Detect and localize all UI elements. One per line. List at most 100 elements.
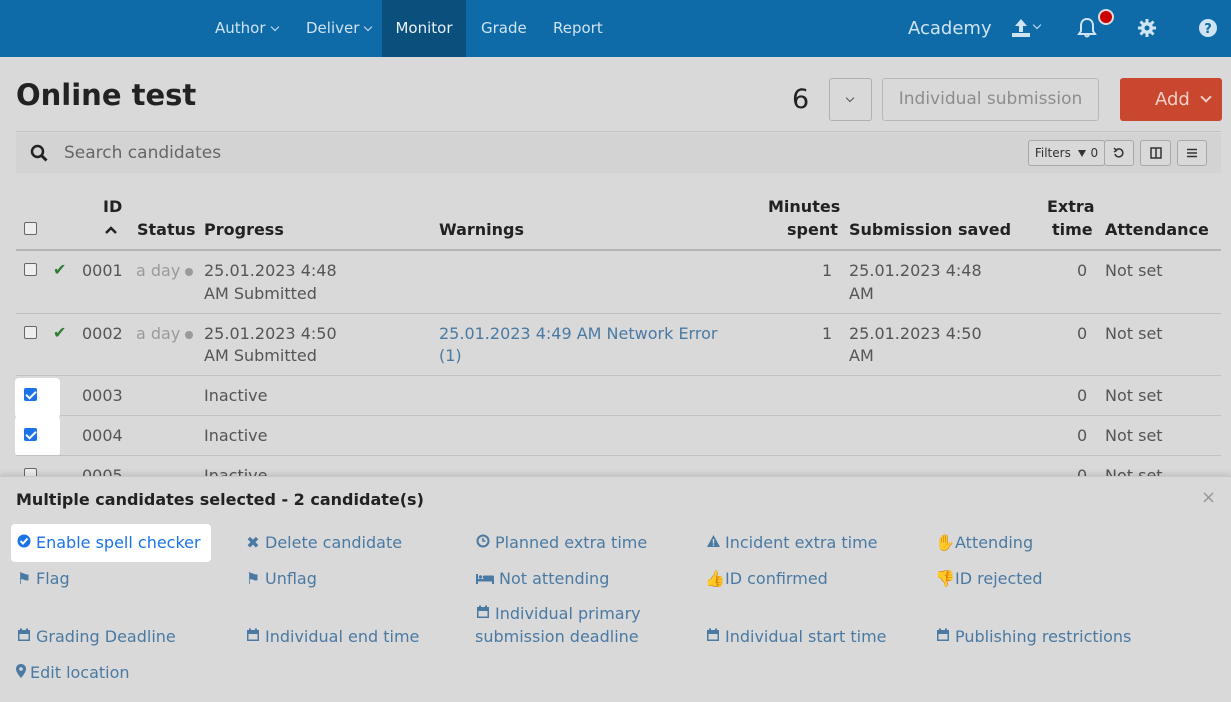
candidate-id: 0003 (82, 386, 123, 405)
sort-ascending-icon[interactable] (104, 225, 118, 235)
nav-deliver-label: Deliver (306, 19, 360, 37)
row-checkbox[interactable] (24, 388, 37, 401)
search-input[interactable] (64, 139, 664, 167)
upload-icon[interactable] (1010, 17, 1032, 39)
row-checkbox[interactable] (24, 428, 37, 441)
incident-extra-time-action[interactable]: Incident extra time (705, 531, 878, 554)
check-circle-icon (16, 531, 32, 554)
id-rejected-action[interactable]: 👎ID rejected (935, 567, 1043, 590)
calendar-icon (475, 602, 491, 625)
flag-action[interactable]: ⚑ Flag (16, 567, 70, 590)
times-icon: ✖ (246, 533, 260, 552)
nav-report-label: Report (553, 19, 603, 37)
hamburger-icon (1187, 148, 1197, 158)
warning-link[interactable]: 25.01.2023 4:49 AM Network Error (439, 322, 717, 345)
filters-count: 0 (1090, 146, 1099, 160)
nav-monitor-label: Monitor (395, 19, 453, 37)
status-dot-icon (185, 268, 194, 276)
table-header-divider (16, 249, 1221, 251)
submission-line1: 25.01.2023 4:48 (849, 261, 982, 280)
publishing-restrictions-action[interactable]: Publishing restrictions (935, 625, 1131, 648)
column-header-extra-line2[interactable]: time (1052, 220, 1093, 239)
id-confirmed-action[interactable]: 👍ID confirmed (705, 567, 828, 590)
candidate-id: 0001 (82, 261, 123, 280)
row-divider (16, 375, 1221, 376)
nav-author[interactable]: Author (215, 0, 279, 57)
column-header-attendance[interactable]: Attendance (1105, 220, 1209, 239)
extra-time: 0 (1077, 386, 1088, 405)
undo-icon (1113, 147, 1124, 158)
select-all-checkbox[interactable] (24, 222, 37, 235)
gear-icon[interactable] (1136, 17, 1158, 39)
action-label: Unflag (265, 569, 317, 588)
progress-status: Inactive (204, 426, 268, 445)
row-checkbox[interactable] (24, 263, 37, 276)
individual-end-time-action[interactable]: Individual end time (245, 625, 419, 648)
column-header-id[interactable]: ID (103, 197, 122, 216)
row-divider (16, 313, 1221, 314)
column-header-minutes-line2[interactable]: spent (787, 220, 838, 239)
delete-candidate-action[interactable]: ✖ Delete candidate (245, 531, 402, 554)
filters-button[interactable]: Filters 0 (1028, 140, 1105, 166)
column-header-minutes[interactable]: Minutes (768, 197, 840, 216)
individual-start-time-action[interactable]: Individual start time (705, 625, 887, 648)
planned-extra-time-action[interactable]: Planned extra time (475, 531, 647, 554)
column-header-submission[interactable]: Submission saved (849, 220, 1011, 239)
reset-filters-button[interactable] (1104, 140, 1134, 166)
minutes-spent: 1 (822, 261, 833, 280)
attendance: Not set (1105, 261, 1163, 280)
individual-primary-submission-deadline-action[interactable]: Individual primary submission deadline (475, 602, 641, 648)
count-dropdown-button[interactable] (829, 78, 872, 121)
edit-location-action[interactable]: Edit location (16, 661, 130, 684)
bell-icon[interactable] (1076, 17, 1098, 39)
thumbs-up-icon: 👍 (705, 569, 725, 588)
top-navigation-bar: Author Deliver Monitor Grade Report Acad… (0, 0, 1231, 57)
flag-icon: ⚑ (245, 569, 261, 588)
nav-monitor[interactable]: Monitor (382, 0, 466, 57)
nav-deliver[interactable]: Deliver (306, 0, 373, 57)
org-switcher[interactable]: Academy (908, 0, 992, 57)
nav-author-label: Author (215, 19, 266, 37)
not-attending-action[interactable]: Not attending (475, 567, 609, 590)
clock-icon (475, 531, 491, 554)
action-label: Edit location (30, 663, 130, 682)
svg-text:?: ? (1204, 22, 1212, 37)
progress-line1: 25.01.2023 4:48 (204, 261, 337, 280)
close-icon[interactable]: × (1201, 487, 1216, 508)
check-icon: ✔ (53, 323, 67, 342)
calendar-icon (245, 625, 261, 648)
menu-button[interactable] (1177, 140, 1207, 166)
action-label: Individual start time (725, 627, 887, 646)
status-cell: a day (136, 259, 194, 282)
status-text: a day (136, 261, 181, 280)
check-icon: ✔ (53, 260, 67, 279)
chevron-down-icon (845, 93, 855, 103)
row-checkbox[interactable] (24, 326, 37, 339)
enable-spell-checker-action[interactable]: Enable spell checker (11, 524, 211, 562)
calendar-icon (16, 625, 32, 648)
nav-grade[interactable]: Grade (481, 0, 527, 57)
unflag-action[interactable]: ⚑ Unflag (245, 567, 317, 590)
column-header-warnings[interactable]: Warnings (439, 220, 524, 239)
grading-deadline-action[interactable]: Grading Deadline (16, 625, 176, 648)
warning-link-line2[interactable]: (1) (439, 344, 462, 367)
help-icon[interactable]: ? (1197, 17, 1219, 39)
attendance: Not set (1105, 324, 1163, 343)
action-label: Grading Deadline (36, 627, 176, 646)
column-header-extra[interactable]: Extra (1047, 197, 1095, 216)
column-header-progress[interactable]: Progress (204, 220, 284, 239)
attendance: Not set (1105, 386, 1163, 405)
submission-line1: 25.01.2023 4:50 (849, 324, 982, 343)
chevron-down-icon[interactable] (1032, 20, 1042, 30)
row-divider (16, 455, 1221, 456)
individual-submission-button[interactable]: Individual submission (882, 78, 1099, 121)
column-header-status[interactable]: Status (137, 220, 196, 239)
submission-line2: AM (849, 346, 874, 365)
attendance: Not set (1105, 426, 1163, 445)
nav-report[interactable]: Report (553, 0, 603, 57)
add-button[interactable]: Add (1120, 78, 1222, 121)
columns-button[interactable] (1140, 140, 1171, 166)
candidate-id: 0002 (82, 324, 123, 343)
status-text: a day (136, 324, 181, 343)
attending-action[interactable]: ✋Attending (935, 531, 1033, 554)
